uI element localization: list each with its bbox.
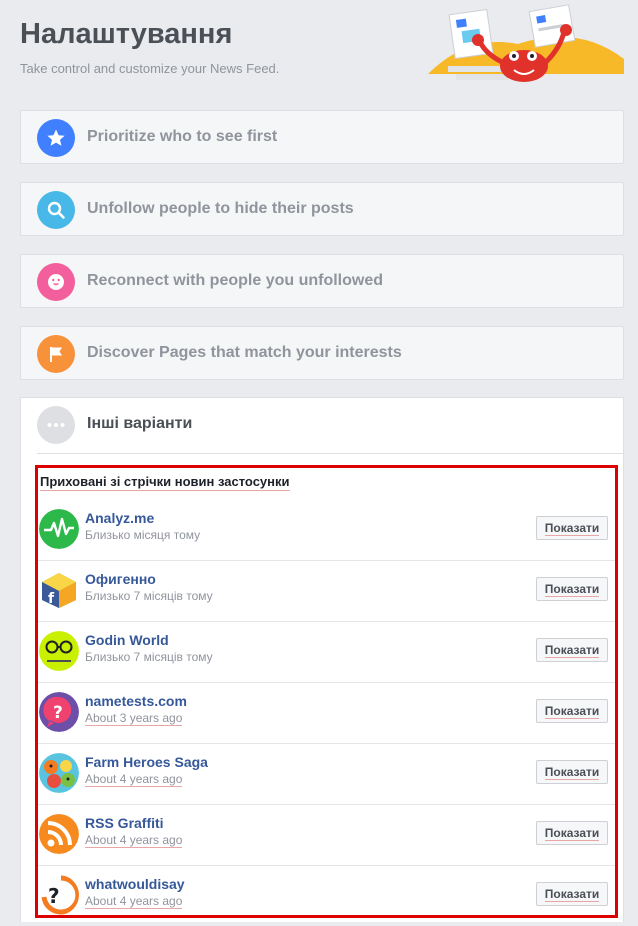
divider [38,865,615,866]
divider [38,804,615,805]
page-subtitle: Take control and customize your News Fee… [20,61,280,76]
app-name-link[interactable]: Офигенно [85,571,156,587]
show-button-label: Показати [544,521,600,536]
app-name-link[interactable]: Godin World [85,632,169,648]
prioritize-option[interactable]: Prioritize who to see first [20,110,624,164]
app-name-link[interactable]: nametests.com [85,693,187,709]
smiley-icon [37,263,75,301]
list-item: ? nametests.com About 3 years ago Показа… [38,682,615,743]
app-hidden-time: Близько 7 місяців тому [85,650,213,664]
flag-icon [37,335,75,373]
app-hidden-time: About 4 years ago [85,833,183,848]
more-options-label: Інші варіанти [87,415,193,432]
list-item: f Офигенно Близько 7 місяців тому Показа… [38,560,615,621]
show-app-button[interactable]: Показати [536,760,608,784]
show-button-label: Показати [544,826,600,841]
app-name-link[interactable]: Analyz.me [85,510,154,526]
divider [38,743,615,744]
list-item: Analyz.me Близько місяця тому Показати [38,499,615,560]
show-button-label: Показати [544,582,600,597]
discover-pages-label: Discover Pages that match your interests [87,344,402,361]
analyzme-icon[interactable] [39,509,79,549]
svg-text:f: f [48,591,55,607]
rss-graffiti-icon[interactable] [39,814,79,854]
show-app-button[interactable]: Показати [536,882,608,906]
list-item: RSS Graffiti About 4 years ago Показати [38,804,615,865]
ellipsis-icon [37,406,75,444]
divider [38,682,615,683]
list-item: ? whatwouldisay About 4 years ago Показа… [38,865,615,926]
unfollow-label: Unfollow people to hide their posts [87,200,354,217]
show-button-label: Показати [544,887,600,902]
show-app-button[interactable]: Показати [536,821,608,845]
app-hidden-time: About 3 years ago [85,711,183,726]
app-hidden-time: Близько 7 місяців тому [85,589,213,603]
app-hidden-time: Близько місяця тому [85,528,201,542]
nametests-icon[interactable]: ? [39,692,79,732]
reconnect-option[interactable]: Reconnect with people you unfollowed [20,254,624,308]
farm-heroes-icon[interactable] [39,753,79,793]
show-button-label: Показати [544,643,600,658]
svg-text:?: ? [53,703,63,723]
app-hidden-time: About 4 years ago [85,894,183,909]
show-app-button[interactable]: Показати [536,638,608,662]
hidden-apps-title: Приховані зі стрічки новин застосунки [40,474,290,491]
ofigenno-icon[interactable]: f [39,570,79,610]
prioritize-label: Prioritize who to see first [87,128,278,145]
list-item: Farm Heroes Saga About 4 years ago Показ… [38,743,615,804]
page-title: Налаштування [20,18,233,50]
search-icon [37,191,75,229]
app-name-link[interactable]: Farm Heroes Saga [85,754,208,770]
divider [38,560,615,561]
show-button-label: Показати [544,765,600,780]
list-item: Godin World Близько 7 місяців тому Показ… [38,621,615,682]
svg-text:?: ? [48,884,60,908]
whatwouldisay-icon[interactable]: ? [39,875,79,915]
divider [37,453,623,454]
reconnect-label: Reconnect with people you unfollowed [87,272,384,289]
crab-illustration [428,4,624,82]
star-icon [37,119,75,157]
show-app-button[interactable]: Показати [536,699,608,723]
app-hidden-time: About 4 years ago [85,772,183,787]
show-app-button[interactable]: Показати [536,516,608,540]
show-button-label: Показати [544,704,600,719]
more-options-header[interactable]: Інші варіанти [21,398,623,452]
unfollow-option[interactable]: Unfollow people to hide their posts [20,182,624,236]
discover-pages-option[interactable]: Discover Pages that match your interests [20,326,624,380]
show-app-button[interactable]: Показати [536,577,608,601]
hidden-apps-section: Приховані зі стрічки новин застосунки An… [35,465,618,918]
godin-world-icon[interactable] [39,631,79,671]
app-name-link[interactable]: RSS Graffiti [85,815,164,831]
divider [38,621,615,622]
app-name-link[interactable]: whatwouldisay [85,876,185,892]
